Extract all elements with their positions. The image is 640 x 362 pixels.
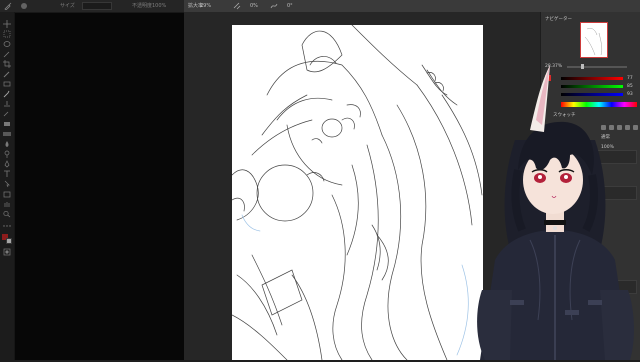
navigator-preview (584, 28, 603, 56)
smoothing-icon[interactable] (270, 2, 278, 12)
rotation-value[interactable]: 0% (250, 2, 258, 10)
vtuber-avatar (470, 60, 640, 360)
airbrush-icon[interactable] (233, 2, 241, 12)
canvas[interactable] (231, 24, 483, 361)
avatar-illustration (477, 65, 634, 360)
navigator-thumbnail[interactable] (580, 22, 608, 58)
angle-value[interactable]: 0° (287, 2, 293, 10)
navigator-tab[interactable]: ナビゲーター (545, 16, 572, 23)
dimmed-overlay (0, 0, 184, 360)
line-art-sketch (231, 24, 483, 361)
zoom-value[interactable]: 29% (200, 2, 211, 10)
